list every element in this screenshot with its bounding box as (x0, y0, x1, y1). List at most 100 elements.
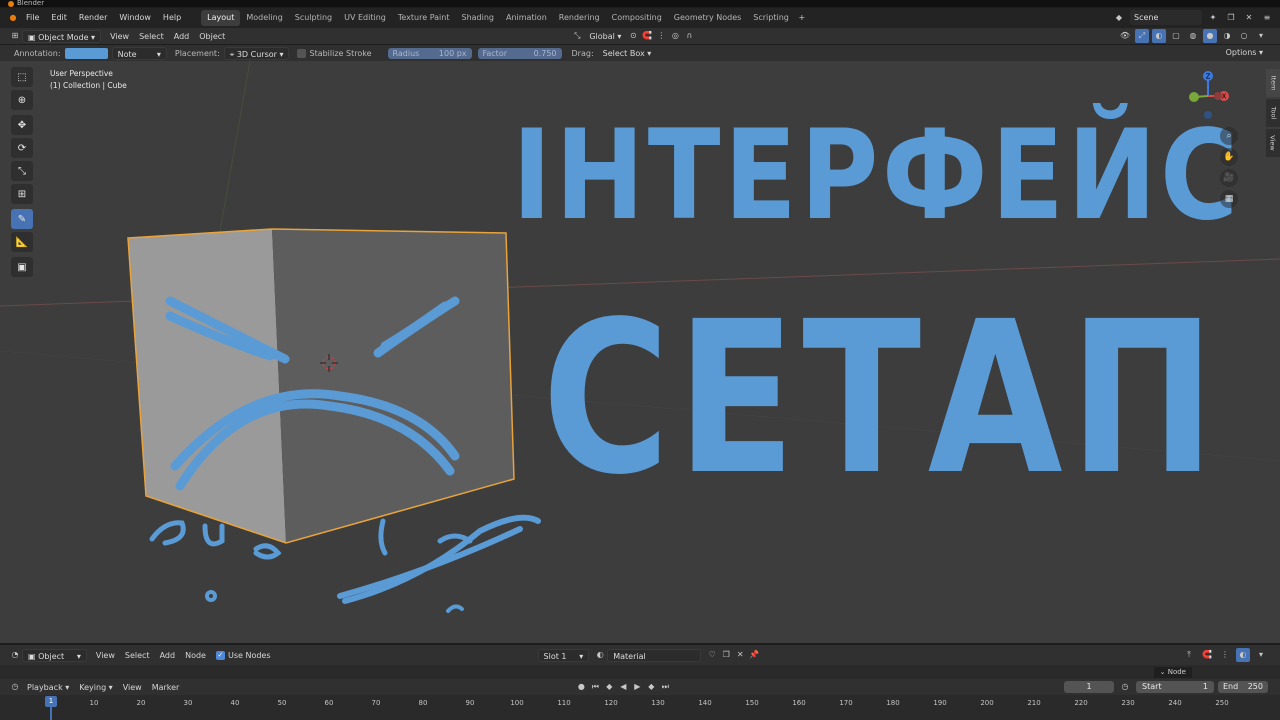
transform-tool[interactable]: ⊞ (11, 184, 33, 204)
node-menu-select[interactable]: Select (120, 649, 155, 662)
clock-icon[interactable]: ◷ (1118, 680, 1132, 694)
tab-modeling[interactable]: Modeling (240, 10, 288, 26)
mode-dropdown[interactable]: ▣ Object Mode ▾ (22, 29, 102, 43)
start-frame-field[interactable]: Start 1 (1136, 681, 1214, 693)
scene-name-field[interactable]: Scene (1130, 10, 1202, 25)
cursor-tool[interactable]: ⊕ (11, 90, 33, 110)
shading-wireframe-icon[interactable]: ◍ (1186, 29, 1200, 43)
snap-icon[interactable]: 🧲 (640, 29, 654, 43)
blender-menu-icon[interactable]: ● (6, 11, 20, 25)
next-keyframe-icon[interactable]: ◆ (644, 680, 658, 694)
tab-view[interactable]: View (1266, 129, 1280, 157)
menu-edit[interactable]: Edit (45, 10, 73, 26)
pin-icon[interactable]: ✦ (1206, 11, 1220, 25)
navigation-gizmo[interactable]: Z X (1186, 69, 1230, 119)
visibility-icon[interactable]: 👁 (1118, 29, 1132, 43)
pin-material-icon[interactable]: 📌 (747, 648, 761, 662)
move-tool[interactable]: ✥ (11, 115, 33, 135)
tab-compositing[interactable]: Compositing (606, 10, 668, 26)
proportional-edit-icon[interactable]: ◎ (668, 29, 682, 43)
annotate-tool[interactable]: ✎ (11, 209, 33, 229)
annotation-color-swatch[interactable] (64, 47, 108, 59)
overlay-toggle-icon[interactable]: ◐ (1152, 29, 1166, 43)
pan-hand-icon[interactable]: ✋ (1220, 148, 1238, 166)
node-panel-tab[interactable]: ⌄ Node (1153, 667, 1192, 678)
timeline-menu-playback[interactable]: Playback ▾ (22, 681, 74, 694)
annotation-target-dropdown[interactable]: Note ▾ (111, 46, 167, 60)
shading-solid-icon[interactable]: ● (1203, 29, 1217, 43)
tab-sculpting[interactable]: Sculpting (289, 10, 338, 26)
view-layer-icon[interactable]: ≡ (1260, 11, 1274, 25)
xray-icon[interactable]: ▢ (1169, 29, 1183, 43)
shading-rendered-icon[interactable]: ○ (1237, 29, 1251, 43)
viewport-menu-add[interactable]: Add (169, 30, 195, 43)
viewport-menu-object[interactable]: Object (194, 30, 230, 43)
options-dropdown[interactable]: Options ▾ (1221, 46, 1268, 59)
transform-orientation-dropdown[interactable]: Global ▾ (584, 30, 626, 43)
use-nodes-toggle[interactable]: ✓ Use Nodes (211, 649, 276, 662)
menu-file[interactable]: File (20, 10, 45, 26)
shading-material-icon[interactable]: ◑ (1220, 29, 1234, 43)
drag-dropdown[interactable]: Select Box ▾ (598, 47, 657, 60)
fake-user-icon[interactable]: ♡ (705, 648, 719, 662)
delete-scene-icon[interactable]: ✕ (1242, 11, 1256, 25)
rotate-tool[interactable]: ⟳ (11, 138, 33, 158)
node-editor-area[interactable]: ⌄ Node (0, 665, 1280, 679)
tab-tool[interactable]: Tool (1266, 99, 1280, 127)
slot-dropdown[interactable]: Slot 1 ▾ (537, 648, 590, 662)
tab-texture-paint[interactable]: Texture Paint (392, 10, 456, 26)
menu-window[interactable]: Window (113, 10, 157, 26)
shading-options-icon[interactable]: ▾ (1254, 29, 1268, 43)
snap-options-icon[interactable]: ⋮ (654, 29, 668, 43)
unlink-material-icon[interactable]: ✕ (733, 648, 747, 662)
tab-uv-editing[interactable]: UV Editing (338, 10, 392, 26)
use-nodes-checkbox[interactable]: ✓ (215, 650, 225, 660)
select-box-tool[interactable]: ⬚ (11, 67, 33, 87)
scene-icon[interactable]: ◆ (1112, 11, 1126, 25)
add-workspace-icon[interactable]: + (795, 11, 809, 25)
node-overlay-options-icon[interactable]: ▾ (1254, 648, 1268, 662)
jump-start-icon[interactable]: ⏮ (588, 680, 602, 694)
scale-tool[interactable]: ⤡ (11, 161, 33, 181)
tab-geometry-nodes[interactable]: Geometry Nodes (668, 10, 747, 26)
end-frame-field[interactable]: End 250 (1218, 681, 1268, 693)
node-overlay-icon[interactable]: ◐ (1236, 648, 1250, 662)
radius-slider[interactable]: Radius 100 px (387, 47, 472, 59)
stabilize-stroke-toggle[interactable]: Stabilize Stroke (293, 48, 375, 58)
timeline-menu-marker[interactable]: Marker (147, 681, 185, 694)
gizmo-toggle-icon[interactable]: ⤢ (1135, 29, 1149, 43)
placement-dropdown[interactable]: ⌖ 3D Cursor ▾ (223, 46, 290, 60)
material-icon[interactable]: ◐ (593, 648, 607, 662)
tab-scripting[interactable]: Scripting (747, 10, 795, 26)
add-cube-tool[interactable]: ▣ (11, 257, 33, 277)
node-menu-view[interactable]: View (91, 649, 120, 662)
playhead[interactable]: 1 (45, 696, 57, 707)
current-frame-field[interactable]: 1 (1064, 681, 1114, 693)
snap-node-options-icon[interactable]: ⋮ (1218, 648, 1232, 662)
timeline-menu-keying[interactable]: Keying ▾ (74, 681, 117, 694)
menu-help[interactable]: Help (157, 10, 187, 26)
node-menu-add[interactable]: Add (155, 649, 181, 662)
timeline-editor-icon[interactable]: ◷ (8, 680, 22, 694)
node-object-dropdown[interactable]: ▣ Object ▾ (22, 648, 87, 662)
3d-viewport[interactable]: ІНТЕРФЕЙС СЕТАП User Perspective (1) Col… (0, 61, 1280, 643)
prev-keyframe-icon[interactable]: ◆ (602, 680, 616, 694)
node-editor-type-icon[interactable]: ◔ (8, 648, 22, 662)
editor-type-icon[interactable]: ⊞ (8, 29, 22, 43)
tab-item[interactable]: Item (1266, 69, 1280, 97)
pivot-icon[interactable]: ⊙ (626, 29, 640, 43)
ortho-grid-icon[interactable]: ▦ (1220, 190, 1238, 208)
play-reverse-icon[interactable]: ◀ (616, 680, 630, 694)
node-menu-node[interactable]: Node (180, 649, 211, 662)
tab-animation[interactable]: Animation (500, 10, 553, 26)
falloff-icon[interactable]: ∩ (682, 29, 696, 43)
measure-tool[interactable]: 📐 (11, 232, 33, 252)
camera-icon[interactable]: 🎥 (1220, 169, 1238, 187)
new-scene-icon[interactable]: ❐ (1224, 11, 1238, 25)
tab-layout[interactable]: Layout (201, 10, 241, 26)
snap-node-icon[interactable]: 🧲 (1200, 648, 1214, 662)
tab-shading[interactable]: Shading (455, 10, 500, 26)
viewport-menu-select[interactable]: Select (134, 30, 169, 43)
factor-slider[interactable]: Factor 0.750 (477, 47, 562, 59)
duplicate-material-icon[interactable]: ❐ (719, 648, 733, 662)
